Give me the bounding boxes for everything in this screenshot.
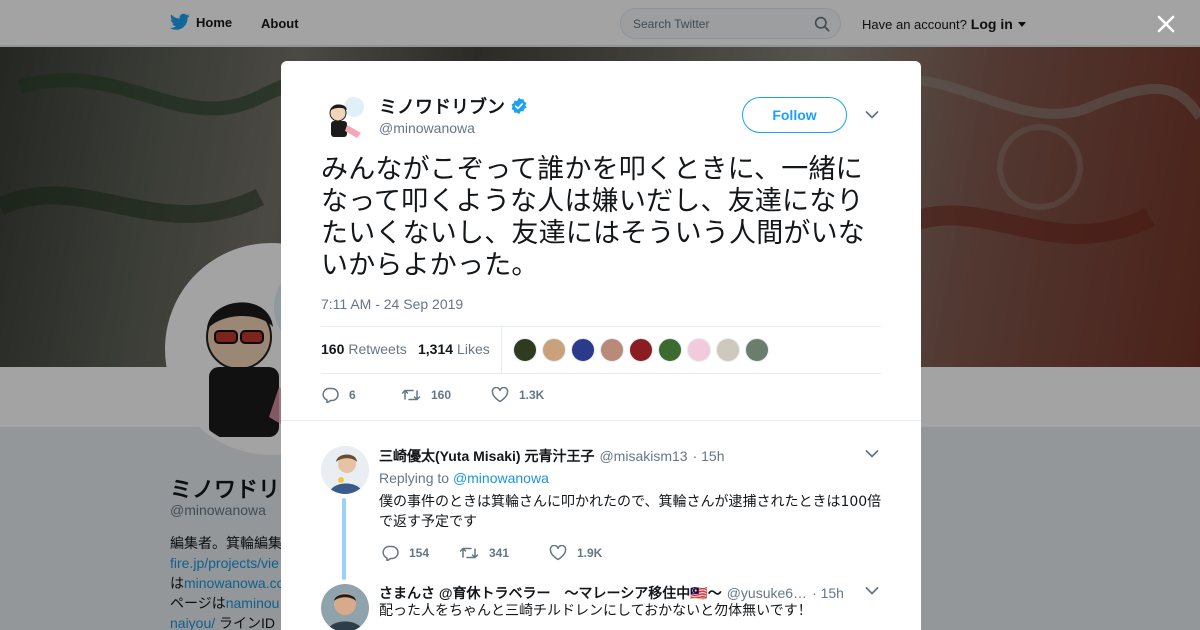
reply-avatar-photo <box>321 446 369 494</box>
reply-author-name[interactable]: 三崎優太(Yuta Misaki) 元青汁王子 <box>379 446 594 466</box>
chevron-down-icon[interactable] <box>865 110 879 120</box>
thread-line <box>342 498 346 580</box>
tweet-timestamp[interactable]: 7:11 AM - 24 Sep 2019 <box>321 296 463 312</box>
likes-label: Likes <box>457 341 490 357</box>
reply-header: 三崎優太(Yuta Misaki) 元青汁王子 @misakism13 · 15… <box>379 446 725 466</box>
retweet-count: 341 <box>489 546 510 560</box>
reply-time[interactable]: · 15h <box>693 448 725 464</box>
retweet-action[interactable]: 160 <box>401 387 491 403</box>
reply-count: 6 <box>349 388 356 402</box>
chevron-down-icon[interactable] <box>865 586 879 596</box>
retweets-label: Retweets <box>348 341 407 357</box>
likes-stat[interactable]: 1,314 Likes <box>418 341 490 357</box>
reply-avatar[interactable] <box>321 584 369 630</box>
reply-header: さまんさ @育休トラベラー 〜マレーシア移住中🇲🇾〜 @yusuke6… · 1… <box>379 583 844 603</box>
like-count: 1.9K <box>577 546 603 560</box>
reply-avatar[interactable] <box>321 446 369 494</box>
heart-icon <box>549 545 567 561</box>
author-avatar-illustration <box>321 93 369 141</box>
replying-to: Replying to @minowanowa <box>379 470 549 486</box>
author-handle[interactable]: @minowanowa <box>379 120 475 136</box>
retweets-stat[interactable]: 160 Retweets <box>321 341 407 357</box>
likes-count: 1,314 <box>418 341 454 357</box>
retweet-action[interactable]: 341 <box>459 545 549 561</box>
chevron-down-icon[interactable] <box>865 449 879 459</box>
author-name: ミノワドリブン <box>379 97 505 117</box>
reply-action[interactable]: 154 <box>381 545 459 561</box>
liker-avatar[interactable] <box>629 338 653 362</box>
like-count: 1.3K <box>519 388 545 402</box>
reply-author-handle[interactable]: @yusuke6… <box>727 585 807 601</box>
liker-avatars <box>513 338 769 362</box>
author-avatar[interactable] <box>321 93 369 141</box>
heart-icon <box>491 387 509 403</box>
verified-badge-icon <box>511 97 527 115</box>
follow-button[interactable]: Follow <box>742 97 847 133</box>
stats-divider <box>501 327 502 373</box>
liker-avatar[interactable] <box>571 338 595 362</box>
liker-avatar[interactable] <box>542 338 566 362</box>
modal-backdrop-top[interactable] <box>0 0 1200 47</box>
reply-count: 154 <box>409 546 430 560</box>
reply-text: 僕の事件のときは箕輪さんに叩かれたので、箕輪さんが逮捕されたときは100倍で返す… <box>379 494 882 530</box>
tweet-text: みんながこぞって誰かを叩くときに、一緒になって叩くような人は嫌いだし、友達になり… <box>321 154 865 281</box>
retweet-count: 160 <box>431 388 452 402</box>
retweet-icon <box>401 389 421 401</box>
liker-avatar[interactable] <box>658 338 682 362</box>
close-icon[interactable] <box>1152 10 1180 38</box>
reply-avatar-photo <box>321 584 369 630</box>
retweet-icon <box>459 547 479 559</box>
reply-icon <box>382 545 399 561</box>
reply-time[interactable]: · 15h <box>812 585 844 601</box>
liker-avatar[interactable] <box>716 338 740 362</box>
reply-author-name[interactable]: さまんさ @育休トラベラー 〜マレーシア移住中🇲🇾〜 <box>379 583 722 603</box>
section-divider <box>281 420 921 421</box>
retweets-count: 160 <box>321 341 345 357</box>
reply-author-handle[interactable]: @misakism13 <box>599 448 687 464</box>
reply-actions: 154 341 1.9K <box>381 542 602 564</box>
reply-text: 配った人をちゃんと三崎チルドレンにしておかないと勿体無いです！ <box>379 603 812 619</box>
like-action[interactable]: 1.9K <box>549 545 602 561</box>
replying-to-handle[interactable]: @minowanowa <box>453 470 549 486</box>
like-action[interactable]: 1.3K <box>491 387 544 403</box>
liker-avatar[interactable] <box>600 338 624 362</box>
tweet-actions: 6 160 1.3K <box>321 384 544 406</box>
tweet-stats: 160 Retweets 1,314 Likes <box>321 326 881 374</box>
tweet-modal: ミノワドリブン @minowanowa Follow みんながこぞって誰かを叩く… <box>281 61 921 630</box>
author-name-row[interactable]: ミノワドリブン <box>379 93 528 119</box>
liker-avatar[interactable] <box>513 338 537 362</box>
reply-action[interactable]: 6 <box>321 387 401 403</box>
liker-avatar[interactable] <box>687 338 711 362</box>
reply-icon <box>322 387 339 403</box>
liker-avatar[interactable] <box>745 338 769 362</box>
replying-to-prefix: Replying to <box>379 470 450 486</box>
